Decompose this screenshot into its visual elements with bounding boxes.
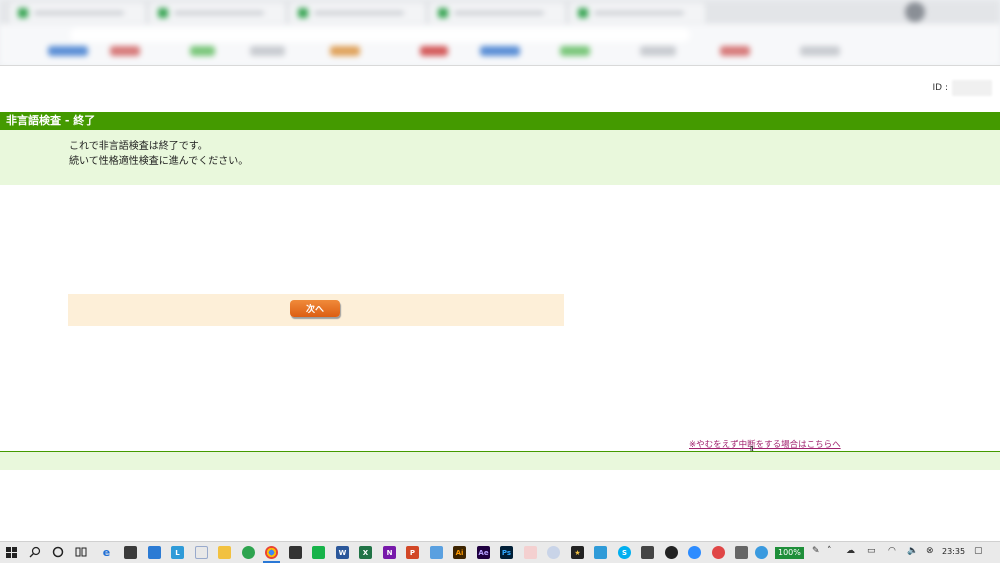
bookmark-item[interactable] [720,46,750,56]
tab-title-placeholder [454,11,544,15]
tab-favicon-icon [578,8,588,18]
tab-title-placeholder [594,11,684,15]
calculator-icon[interactable] [641,546,654,559]
headphones-icon[interactable] [712,546,725,559]
clock[interactable]: 23:35 [942,547,965,556]
tab-strip [0,0,1000,24]
zoom-icon[interactable] [688,546,701,559]
footer-band [0,452,1000,470]
bookmark-item[interactable] [48,46,88,56]
browser-tab[interactable] [290,3,425,23]
id-value-redacted [952,80,992,96]
tab-favicon-icon [298,8,308,18]
bookmark-item[interactable] [640,46,676,56]
windows-start-icon[interactable] [6,547,17,558]
interrupt-link[interactable]: ※やむをえず中断をする場合はこちらへ [689,438,841,450]
bookmark-item[interactable] [420,46,448,56]
bookmark-item[interactable] [480,46,520,56]
message-line-2: 続いて性格適性検査に進んでください。 [69,156,249,167]
search-icon[interactable] [29,546,41,558]
word-icon[interactable]: W [336,546,349,559]
app-icon[interactable] [665,546,678,559]
file-explorer-icon[interactable] [218,546,231,559]
app-icon[interactable] [547,546,560,559]
wifi-icon[interactable]: ◠ [888,546,896,556]
battery-indicator[interactable]: 100% [775,547,804,559]
after-effects-icon[interactable]: Ae [477,546,490,559]
bookmark-item[interactable] [250,46,285,56]
illustrator-icon[interactable]: Ai [453,546,466,559]
mail-icon[interactable] [148,546,161,559]
tab-favicon-icon [158,8,168,18]
photoshop-icon[interactable]: Ps [500,546,513,559]
onenote-icon[interactable]: N [383,546,396,559]
cortana-icon[interactable] [52,546,64,558]
browser-chrome-blur [0,0,1000,65]
id-label: ID : [932,83,948,93]
line-icon[interactable] [312,546,325,559]
browser-tab[interactable] [570,3,705,23]
store-icon[interactable] [124,546,137,559]
tab-favicon-icon [438,8,448,18]
notification-icon[interactable]: ▢ [974,546,983,556]
browser-chrome [0,0,1000,66]
app-icon[interactable] [430,546,443,559]
bookmark-item[interactable] [110,46,140,56]
chevron-up-icon[interactable]: ˄ [827,546,832,556]
browser-tab[interactable] [10,3,145,23]
app-l-icon[interactable]: L [171,546,184,559]
app-icon[interactable] [594,546,607,559]
test-page: ID : 非言語検査 - 終了 これで非言語検査は終了です。 続いて性格適性検査… [0,66,1000,515]
task-view-icon[interactable] [75,546,87,558]
browser-toolbar [0,24,1000,65]
volume-icon[interactable]: 🔈 [907,546,918,556]
message-line-1: これで非言語検査は終了です。 [69,141,208,152]
address-bar[interactable] [70,28,690,42]
app-icon[interactable] [755,546,768,559]
powerpoint-icon[interactable]: P [406,546,419,559]
taskbar: e L W X N P Ai Ae Ps ★ S 100% ✎ ˄ ☁ ▭ ◠ … [0,541,1000,563]
close-circle-icon[interactable]: ⊗ [926,546,934,556]
star-app-icon[interactable]: ★ [571,546,584,559]
pen-icon[interactable]: ✎ [812,546,820,556]
next-button[interactable]: 次へ [290,300,340,317]
photos-icon[interactable] [195,546,208,559]
excel-icon[interactable]: X [359,546,372,559]
app-icon[interactable] [524,546,537,559]
browser-tab[interactable] [150,3,285,23]
onedrive-icon[interactable]: ☁ [846,546,855,556]
browser-tab[interactable] [430,3,565,23]
bookmark-item[interactable] [560,46,590,56]
edge-browser-icon[interactable]: e [100,546,113,559]
tab-favicon-icon [18,8,28,18]
battery-icon[interactable]: ▭ [867,546,876,556]
evernote-icon[interactable] [242,546,255,559]
id-row: ID : [933,80,992,96]
app-icon[interactable] [735,546,748,559]
tab-title-placeholder [34,11,124,15]
page-title: 非言語検査 - 終了 [0,112,1000,130]
tab-title-placeholder [174,11,264,15]
skype-icon[interactable]: S [618,546,631,559]
chrome-icon[interactable] [263,546,280,563]
bookmark-item[interactable] [190,46,215,56]
profile-avatar[interactable] [905,2,925,22]
media-player-icon[interactable] [289,546,302,559]
tab-title-placeholder [314,11,404,15]
bookmark-item[interactable] [330,46,360,56]
next-panel: 次へ [68,294,564,326]
completion-message: これで非言語検査は終了です。 続いて性格適性検査に進んでください。 [0,130,1000,185]
bookmark-item[interactable] [800,46,840,56]
